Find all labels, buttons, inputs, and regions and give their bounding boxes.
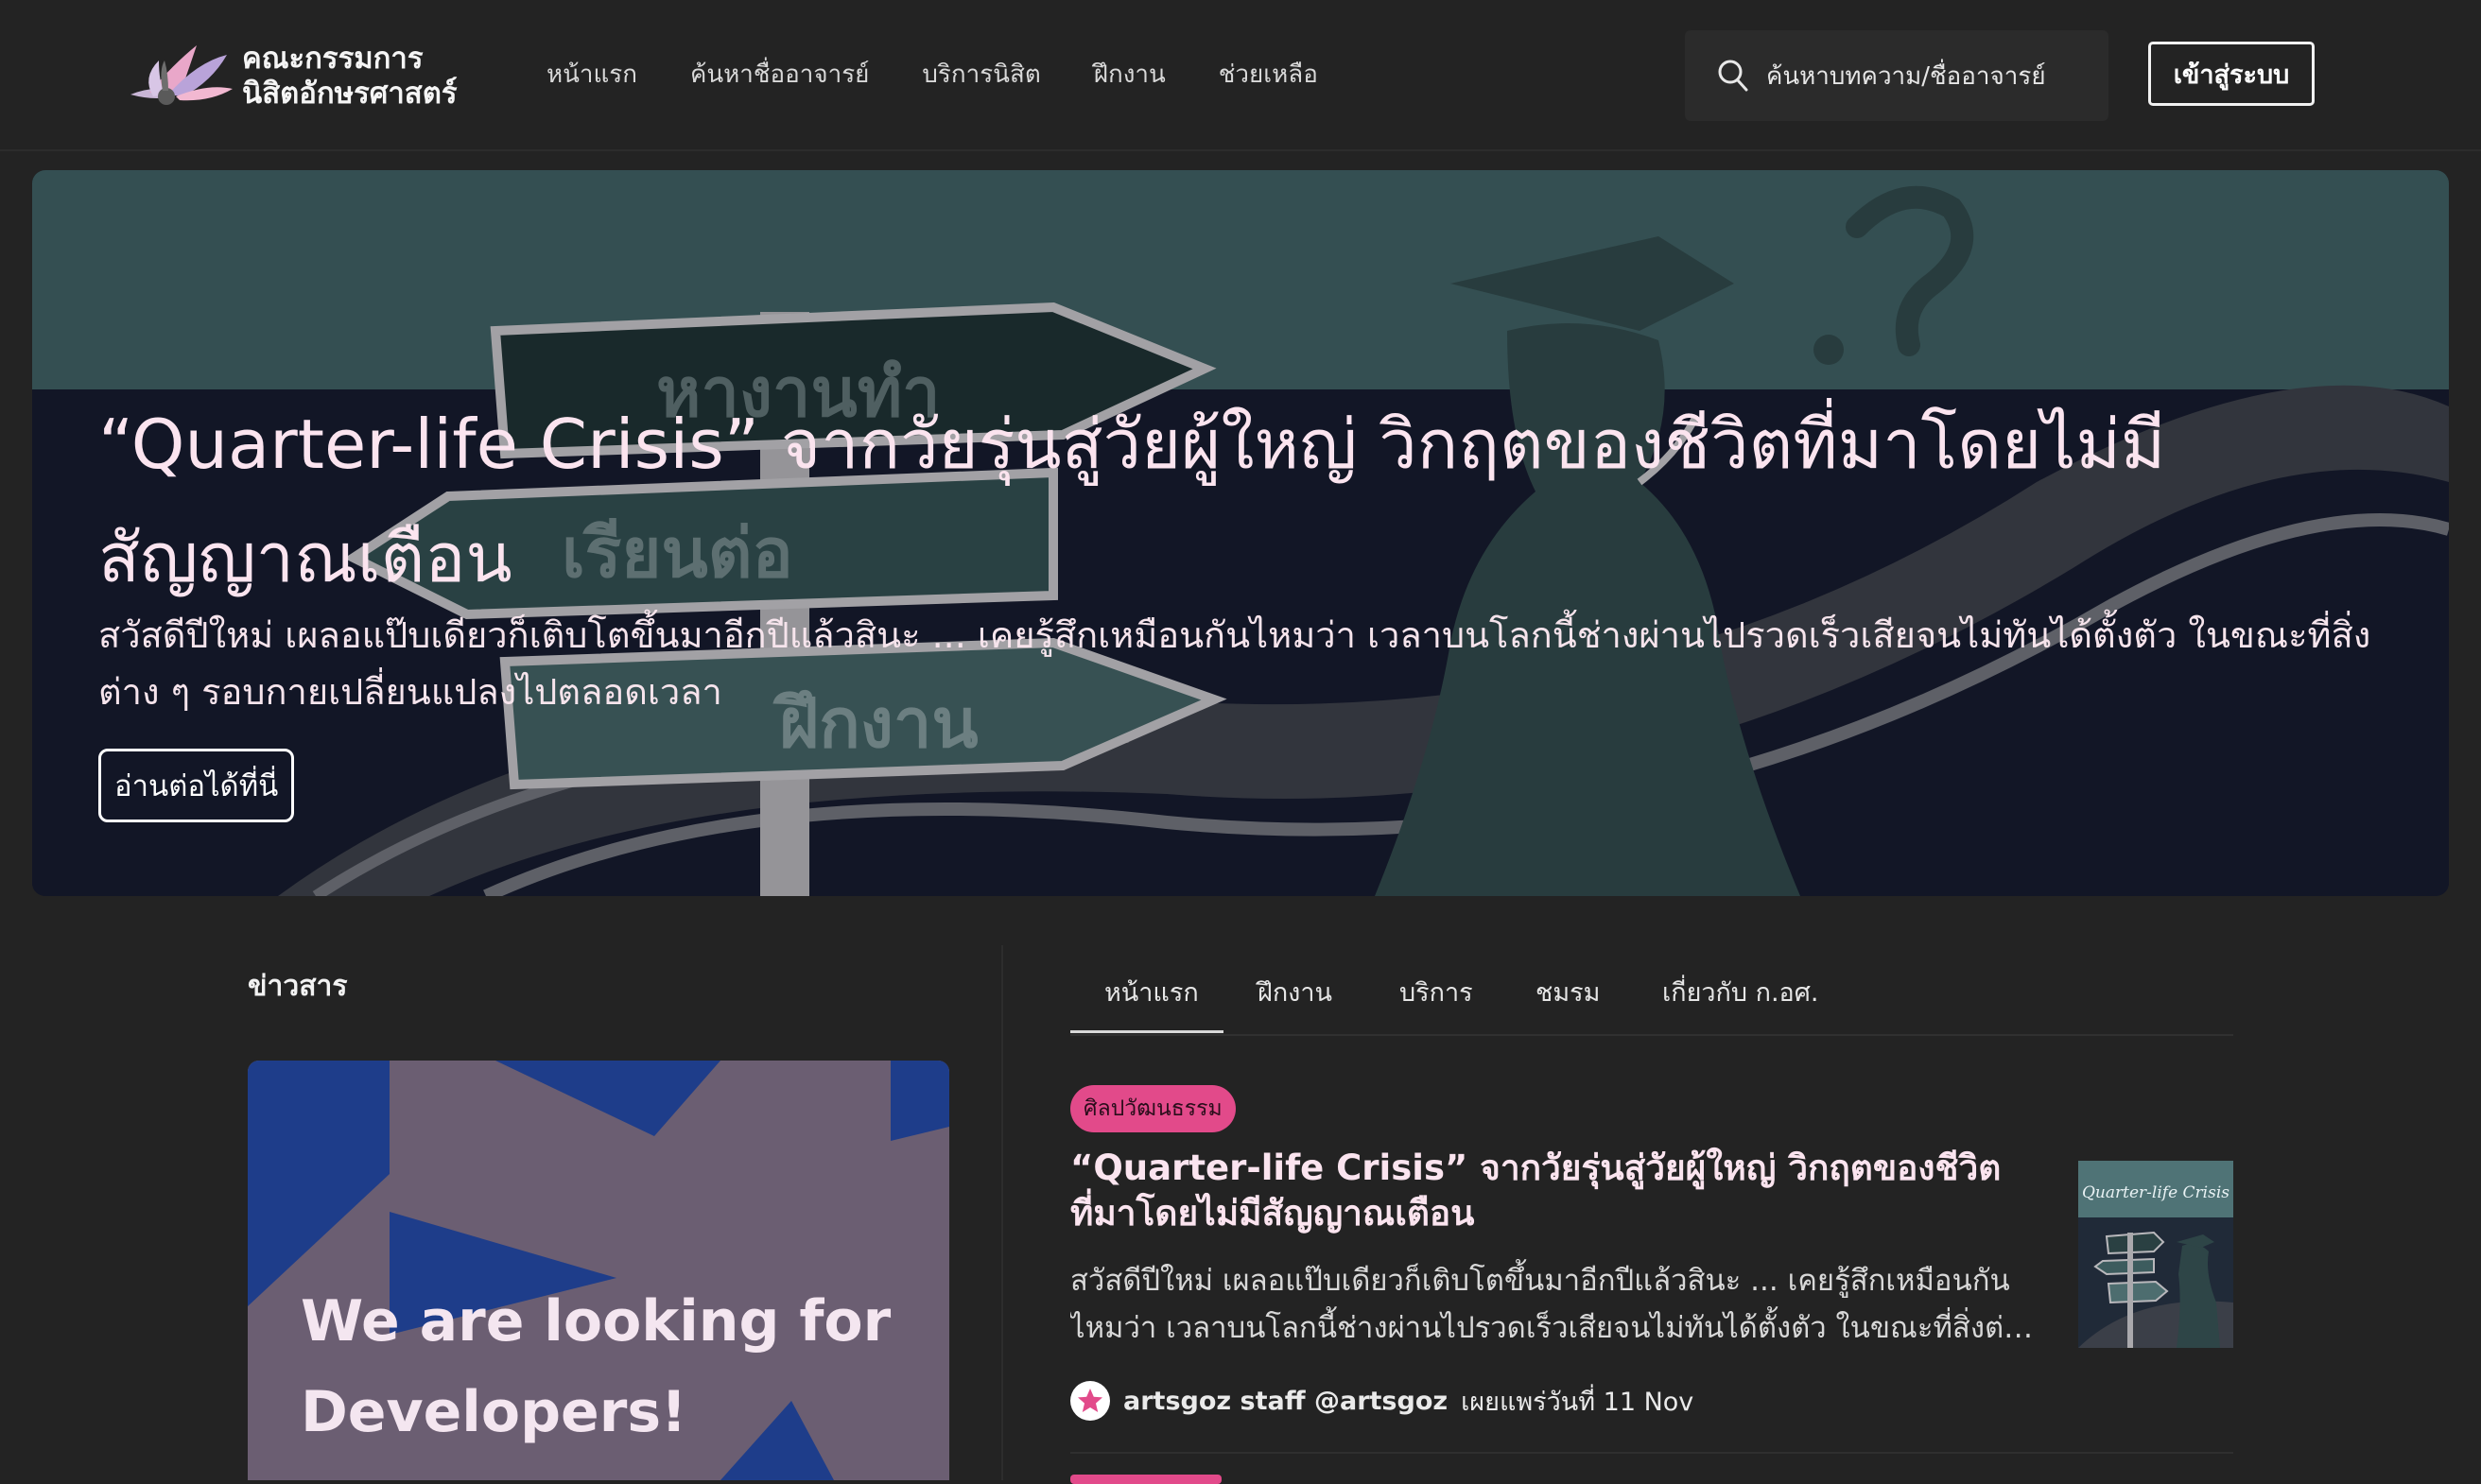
- site-name-line2: นิสิตอักษรศาสตร์: [242, 77, 458, 111]
- author-avatar[interactable]: [1070, 1381, 1110, 1421]
- category-badge[interactable]: ศิลปวัฒนธรรม: [1070, 1085, 1236, 1132]
- tab-home[interactable]: หน้าแรก: [1104, 972, 1199, 1012]
- nav-help[interactable]: ช่วยเหลือ: [1219, 55, 1318, 94]
- news-heading: ข่าวสาร: [248, 970, 348, 1003]
- star-icon: [1078, 1389, 1102, 1412]
- promo-line1: We are looking for: [301, 1288, 892, 1355]
- author-name[interactable]: artsgoz staff @artsgoz: [1123, 1387, 1448, 1416]
- thumbnail-title: Quarter-life Crisis: [2082, 1183, 2229, 1202]
- tab-services[interactable]: บริการ: [1399, 972, 1473, 1012]
- publish-date: เผยแพร่วันที่ 11 Nov: [1461, 1387, 1694, 1417]
- active-tab-indicator: [1070, 1030, 1223, 1033]
- login-button[interactable]: เข้าสู่ระบบ: [2148, 42, 2315, 106]
- hero-title: “Quarter-life Crisis” จากวัยรุ่นสู่วัยผู…: [98, 405, 2166, 597]
- article-meta: artsgoz staff @artsgoz เผยแพร่วันที่ 11 …: [1070, 1380, 1693, 1422]
- peacock-logo-icon: [130, 45, 233, 105]
- search-box[interactable]: [1685, 30, 2108, 121]
- site-name-line1: คณะกรรมการ: [242, 42, 424, 76]
- category-tabs: หน้าแรก ฝึกงาน บริการ ชมรม เกี่ยวกับ ก.อ…: [1070, 962, 2233, 1036]
- hero-banner: หางานทำ เรียนต่อ ฝึกงาน “Quarter-life Cr…: [32, 170, 2449, 896]
- developer-recruit-card[interactable]: We are looking for Developers!: [248, 1061, 949, 1480]
- tab-about[interactable]: เกี่ยวกับ ก.อศ.: [1662, 972, 1819, 1012]
- tab-internship[interactable]: ฝึกงาน: [1258, 972, 1332, 1012]
- nav-student-services[interactable]: บริการนิสิต: [922, 55, 1040, 94]
- search-icon: [1718, 60, 1748, 92]
- promo-line2: Developers!: [301, 1379, 687, 1445]
- site-name: คณะกรรมการ นิสิตอักษรศาสตร์: [242, 42, 458, 112]
- article-title[interactable]: “Quarter-life Crisis” จากวัยรุ่นสู่วัยผู…: [1070, 1146, 2035, 1236]
- hero-description: สวัสดีปีใหม่ เผลอแป๊บเดียวก็เติบโตขึ้นมา…: [98, 614, 2371, 713]
- site-logo[interactable]: คณะกรรมการ นิสิตอักษรศาสตร์: [121, 36, 458, 115]
- next-category-badge: [1070, 1475, 1222, 1484]
- article-thumbnail[interactable]: Quarter-life Crisis: [2078, 1161, 2233, 1348]
- nav-home[interactable]: หน้าแรก: [547, 55, 637, 94]
- top-navigation-bar: คณะกรรมการ นิสิตอักษรศาสตร์ หน้าแรก ค้นห…: [0, 0, 2481, 151]
- column-divider: [1001, 945, 1003, 1480]
- nav-find-lecturer[interactable]: ค้นหาชื่ออาจารย์: [690, 55, 869, 94]
- read-more-button[interactable]: อ่านต่อได้ที่นี่: [98, 749, 295, 822]
- article-excerpt: สวัสดีปีใหม่ เผลอแป๊บเดียวก็เติบโตขึ้นมา…: [1070, 1264, 2035, 1345]
- search-input[interactable]: [1764, 55, 2090, 98]
- nav-internship[interactable]: ฝึกงาน: [1094, 55, 1166, 94]
- main-nav: หน้าแรก ค้นหาชื่ออาจารย์ บริการนิสิต ฝึก…: [547, 55, 1371, 94]
- article-divider: [1070, 1452, 2233, 1454]
- tab-clubs[interactable]: ชมรม: [1535, 972, 1600, 1012]
- promo-headline: We are looking for Developers!: [301, 1276, 891, 1458]
